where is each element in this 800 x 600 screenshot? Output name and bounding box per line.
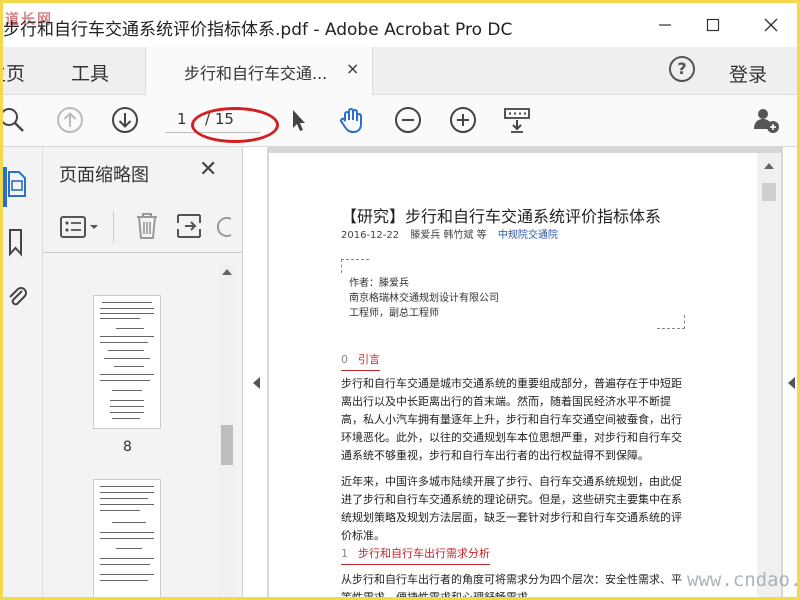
document-source-link[interactable]: 中规院交通院 (498, 230, 558, 241)
thumbnail-scrollbar[interactable] (219, 265, 235, 597)
tab-document-label: 步行和自行车交通... (184, 64, 328, 83)
thumbnail-list: 8 (43, 259, 239, 597)
document-date: 2016-12-22 (341, 230, 400, 241)
toolbar-divider (113, 211, 114, 243)
collapse-left-panel-icon[interactable] (253, 377, 260, 389)
paragraph: 从步行和自行车出行者的角度可将需求分为四个层次：安全性需求、平等性需求、便捷性需… (341, 573, 682, 600)
zoom-in-icon[interactable] (448, 105, 478, 135)
maximize-icon[interactable] (701, 13, 725, 37)
thumbnail-tools (43, 203, 243, 253)
close-icon[interactable] (759, 13, 783, 37)
app-window: 道长网 步行和自行车交通系统评价指标体系.pdf - Adobe Acrobat… (0, 0, 800, 600)
select-cursor-icon[interactable] (283, 105, 313, 135)
expand-right-panel-icon[interactable] (788, 377, 795, 389)
tab-bar: 主页 工具 步行和自行车交通... × ? 登录 (3, 47, 797, 95)
annotation-ellipse (191, 107, 279, 143)
section-number: 0 (341, 353, 348, 366)
close-panel-icon[interactable]: ✕ (199, 157, 217, 182)
tab-tools[interactable]: 工具 (71, 59, 109, 86)
document-page: 【研究】步行和自行车交通系统评价指标体系 2016-12-22 滕爱兵 韩竹斌 … (269, 153, 757, 600)
scroll-up-arrow[interactable] (222, 269, 232, 275)
section-title: 步行和自行车出行需求分析 (358, 547, 490, 560)
zoom-out-icon[interactable] (393, 105, 423, 135)
corner-mark (341, 259, 369, 273)
prev-page-icon[interactable] (55, 105, 85, 135)
page-current[interactable]: 1 (177, 110, 187, 128)
author-info-box: 作者：滕爱兵 南京格瑞林交通规划设计有限公司 工程师，副总工程师 (341, 259, 685, 329)
page-thumbnail[interactable] (93, 295, 161, 429)
section-number: 1 (341, 547, 348, 560)
search-icon[interactable] (3, 105, 27, 135)
paragraph: 步行和自行车交通是城市交通系统的重要组成部分，普遍存在于中短距离出行以及中长距离… (341, 377, 682, 462)
author-name: 作者：滕爱兵 (349, 278, 409, 289)
page-thumbnail-label: 8 (123, 439, 132, 455)
tab-close-icon[interactable]: × (346, 59, 359, 78)
toolbar: 1 / 15 (3, 95, 797, 147)
login-button[interactable]: 登录 (729, 60, 767, 87)
document-authors: 滕爱兵 韩竹斌 等 (410, 230, 487, 241)
paragraph: 近年来，中国许多城市陆续开展了步行、自行车交通系统规划，由此促进了步行和自行车交… (341, 475, 682, 542)
scroll-up-arrow[interactable] (764, 163, 774, 169)
section-title: 引言 (358, 353, 380, 366)
document-meta: 2016-12-22 滕爱兵 韩竹斌 等 中规院交通院 (341, 226, 558, 241)
bookmark-icon[interactable] (5, 227, 29, 261)
add-user-icon[interactable] (751, 105, 781, 135)
help-icon[interactable]: ? (669, 56, 695, 82)
page-display-icon[interactable] (502, 105, 532, 135)
watermark: www.cndao.com (687, 569, 797, 591)
section-heading: 1 步行和自行车出行需求分析 (341, 545, 490, 565)
attachment-icon[interactable] (5, 283, 29, 317)
document-scrollbar-thumb[interactable] (762, 183, 776, 201)
title-bar: 道长网 步行和自行车交通系统评价指标体系.pdf - Adobe Acrobat… (3, 3, 797, 49)
document-scrollbar[interactable] (757, 153, 781, 597)
page-thumbnail[interactable] (93, 479, 161, 597)
thumbnail-panel-title: 页面缩略图 (59, 165, 149, 186)
minimize-icon[interactable] (653, 13, 677, 37)
corner-mark (657, 315, 685, 329)
page-thumbnails-icon[interactable] (5, 169, 29, 203)
options-menu-icon[interactable] (59, 213, 103, 245)
window-title: 步行和自行车交通系统评价指标体系.pdf - Adobe Acrobat Pro… (3, 20, 513, 40)
rotate-page-icon[interactable] (215, 211, 235, 245)
author-position: 工程师，副总工程师 (349, 308, 439, 319)
thumbnail-scrollbar-thumb[interactable] (221, 425, 233, 465)
extract-page-icon[interactable] (175, 211, 203, 245)
left-rail (3, 147, 43, 597)
tab-document[interactable]: 步行和自行车交通... × (145, 47, 373, 95)
author-company: 南京格瑞林交通规划设计有限公司 (349, 293, 499, 304)
delete-page-icon[interactable] (133, 211, 161, 245)
hand-tool-icon[interactable] (337, 105, 367, 135)
section-heading: 0 引言 (341, 351, 380, 371)
next-page-icon[interactable] (110, 105, 140, 135)
document-title: 【研究】步行和自行车交通系统评价指标体系 (341, 207, 662, 226)
tab-home[interactable]: 主页 (3, 59, 25, 86)
